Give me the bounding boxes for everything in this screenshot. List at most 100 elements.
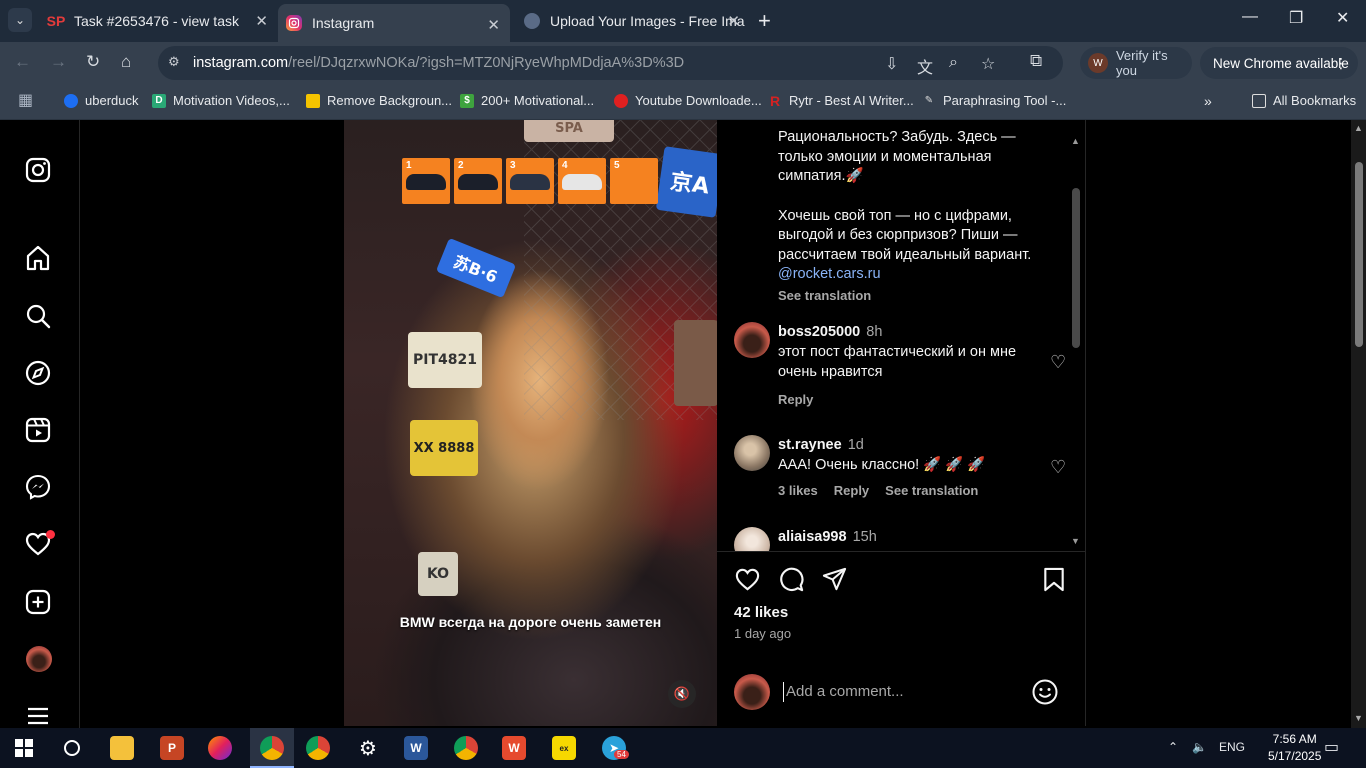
install-app-icon[interactable]: ⇩ — [885, 54, 898, 74]
like-icon[interactable] — [734, 566, 761, 598]
bookmark-remove-bg[interactable]: Remove Backgroun... — [306, 93, 452, 108]
reply-button[interactable]: Reply — [778, 392, 813, 407]
all-bookmarks-button[interactable]: All Bookmarks — [1252, 93, 1356, 108]
page-scrollbar[interactable]: ▲ ▼ — [1351, 120, 1366, 728]
chrome-icon[interactable] — [260, 736, 284, 760]
bookmark-youtube-downloader[interactable]: Youtube Downloade... — [614, 93, 762, 108]
zoom-icon[interactable]: ⌕ — [949, 54, 958, 72]
clock[interactable]: 7:56 AM 5/17/2025 — [1268, 731, 1321, 765]
extensions-icon[interactable]: ⧉ — [1030, 51, 1042, 71]
folder-icon — [1252, 93, 1266, 108]
powerpoint-icon[interactable]: P — [160, 736, 184, 760]
avatar[interactable] — [734, 435, 770, 471]
comment-username[interactable]: aliaisa998 — [778, 529, 847, 545]
add-comment-input[interactable]: Add a comment... — [783, 682, 904, 702]
instagram-logo-icon[interactable] — [24, 156, 54, 186]
close-tab-icon[interactable]: ✕ — [727, 12, 740, 30]
profile-avatar[interactable] — [26, 646, 52, 672]
comment-username[interactable]: st.raynee — [778, 437, 842, 453]
home-icon[interactable] — [24, 244, 54, 274]
translate-icon[interactable]: 文 — [917, 54, 933, 78]
tab-task[interactable]: SP Task #2653476 - view task ✕ — [40, 0, 278, 42]
close-tab-icon[interactable]: ✕ — [487, 16, 500, 34]
url-path: /reel/DJqzrxwNOKa/?igsh=MTZ0NjRyeWhpMDdj… — [288, 55, 685, 71]
show-hidden-icons-icon[interactable]: ⌃ — [1168, 740, 1178, 754]
exness-icon[interactable]: ex — [552, 736, 576, 760]
scroll-up-icon[interactable]: ▲ — [1071, 136, 1080, 146]
chrome-icon[interactable] — [306, 736, 330, 760]
see-translation-link[interactable]: See translation — [778, 286, 1053, 306]
comment-icon[interactable] — [778, 566, 805, 598]
more-bookmarks-icon[interactable]: » — [1204, 93, 1212, 109]
verify-profile-button[interactable]: W Verify it's you — [1080, 47, 1192, 79]
mention-link[interactable]: @rocket.cars.ru — [778, 265, 1053, 285]
new-tab-icon[interactable]: + — [758, 8, 771, 34]
close-tab-icon[interactable]: ✕ — [255, 12, 268, 30]
likes-count[interactable]: 3 likes — [778, 483, 818, 498]
comment-username[interactable]: boss205000 — [778, 324, 860, 340]
apps-grid-icon[interactable]: ▦ — [18, 90, 33, 110]
share-icon[interactable] — [821, 566, 848, 598]
scrollbar-thumb[interactable] — [1355, 162, 1363, 347]
bookmark-uberduck[interactable]: uberduck — [64, 93, 138, 108]
settings-gear-icon[interactable]: ⚙ — [356, 736, 380, 760]
bookmark-motivation[interactable]: D Motivation Videos,... — [152, 93, 290, 108]
firefox-icon[interactable] — [208, 736, 232, 760]
tab-search-dropdown[interactable]: ⌄ — [8, 8, 32, 32]
reply-button[interactable]: Reply — [834, 483, 869, 498]
url-text[interactable]: instagram.com/reel/DJqzrxwNOKa/?igsh=MTZ… — [193, 55, 684, 71]
volume-icon[interactable]: 🔈 — [1192, 740, 1207, 754]
search-icon[interactable] — [24, 302, 54, 332]
bookmark-motivational[interactable]: $200+ Motivational... — [460, 93, 594, 108]
bookmark-paraphrasing[interactable]: ✎ Paraphrasing Tool -... — [922, 93, 1067, 108]
start-windows-icon[interactable] — [12, 736, 36, 760]
restore-icon[interactable]: ❐ — [1289, 8, 1303, 28]
menu-kebab-icon[interactable]: ⋮ — [1334, 55, 1348, 72]
back-icon[interactable]: ← — [14, 52, 31, 72]
profile-avatar-icon: W — [1088, 53, 1108, 73]
comments-scrollbar[interactable]: ▲ ▼ — [1068, 134, 1082, 551]
like-comment-icon[interactable]: ♡ — [1050, 457, 1070, 477]
reels-icon[interactable] — [24, 416, 54, 446]
reel-video[interactable]: SPA 京A 苏B·6 PIT4821 XX 8888 KO 1 2 3 4 5… — [344, 120, 717, 726]
create-post-icon[interactable] — [24, 588, 54, 618]
paraphrasing-icon: ✎ — [924, 95, 934, 106]
plate: 苏B·6 — [435, 237, 517, 299]
file-explorer-icon[interactable] — [110, 736, 134, 760]
language-indicator[interactable]: ENG — [1219, 740, 1245, 754]
likes-count[interactable]: 42 likes — [734, 604, 788, 621]
chrome-icon[interactable] — [454, 736, 478, 760]
remove-bg-icon — [306, 93, 320, 108]
mute-icon[interactable]: 🔇 — [668, 680, 696, 708]
new-chrome-button[interactable]: New Chrome available ⋮ — [1200, 47, 1358, 79]
address-bar[interactable]: ⚙ instagram.com/reel/DJqzrxwNOKa/?igsh=M… — [158, 46, 1063, 80]
bookmark-star-icon[interactable]: ☆ — [981, 54, 995, 74]
motivation-icon: D — [152, 93, 166, 108]
site-info-icon[interactable]: ⚙ — [168, 54, 186, 72]
add-comment-bar: Add a comment... — [717, 666, 1086, 726]
reload-icon[interactable]: ↻ — [86, 52, 100, 72]
minimize-icon[interactable]: — — [1242, 8, 1258, 26]
bookmark-rytr[interactable]: R Rytr - Best AI Writer... — [768, 93, 914, 109]
scroll-up-icon[interactable]: ▲ — [1354, 123, 1363, 133]
see-translation-link[interactable]: See translation — [885, 483, 978, 498]
search-circle-icon[interactable] — [60, 736, 84, 760]
home-icon[interactable]: ⌂ — [121, 52, 131, 72]
like-comment-icon[interactable]: ♡ — [1050, 352, 1070, 372]
forward-icon[interactable]: → — [50, 52, 67, 72]
explore-compass-icon[interactable] — [24, 359, 54, 389]
avatar[interactable] — [734, 322, 770, 358]
avatar[interactable] — [734, 527, 770, 551]
emoji-icon[interactable] — [1031, 678, 1059, 706]
close-window-icon[interactable]: ✕ — [1336, 8, 1349, 28]
scroll-down-icon[interactable]: ▼ — [1354, 713, 1363, 723]
word-icon[interactable]: W — [404, 736, 428, 760]
save-bookmark-icon[interactable] — [1041, 566, 1067, 598]
scroll-down-icon[interactable]: ▼ — [1071, 536, 1080, 546]
tab-instagram[interactable]: Instagram ✕ — [278, 4, 510, 42]
wps-icon[interactable]: W — [502, 736, 526, 760]
notification-center-icon[interactable]: ▭ — [1324, 737, 1339, 757]
tab-upload[interactable]: Upload Your Images - Free Ima ✕ — [512, 0, 750, 42]
scrollbar-thumb[interactable] — [1072, 188, 1080, 348]
messenger-icon[interactable] — [24, 473, 54, 503]
